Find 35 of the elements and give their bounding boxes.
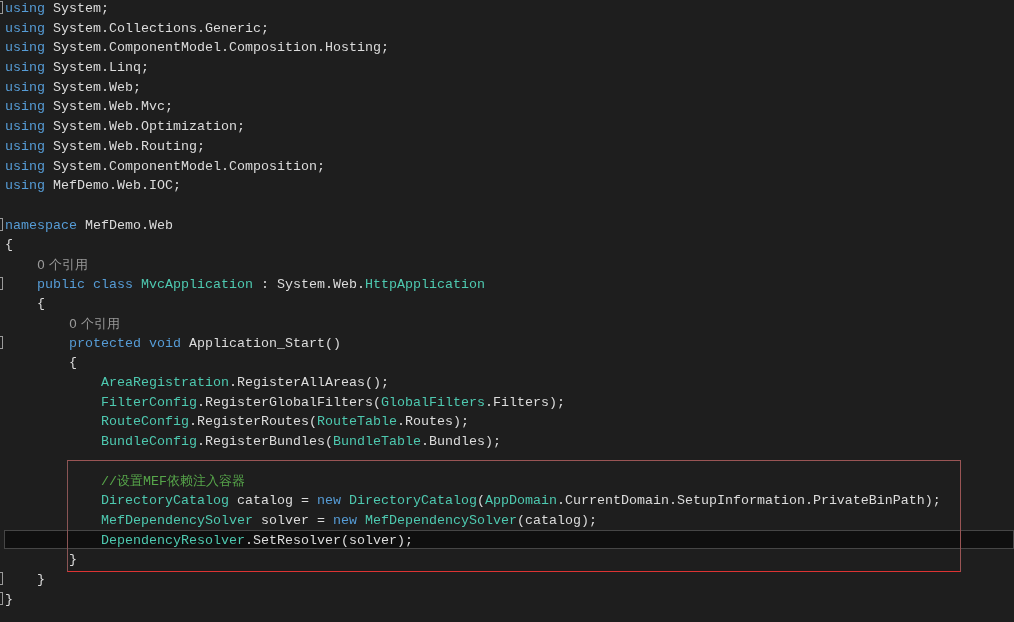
code-line: using System.ComponentModel.Composition; xyxy=(5,157,325,175)
code-line: RouteConfig.RegisterRoutes(RouteTable.Routes); xyxy=(101,413,469,431)
code-line: DependencyResolver.SetResolver(solver); xyxy=(101,531,413,549)
code-line: using System.Collections.Generic; xyxy=(5,19,269,37)
fold-marker-icon[interactable] xyxy=(0,276,3,290)
code-line: using MefDemo.Web.IOC; xyxy=(5,177,181,194)
code-line: using System.Web.Routing; xyxy=(5,137,205,155)
reference-count-link[interactable]: 0 个引用 xyxy=(69,314,120,332)
code-line: { xyxy=(37,295,45,312)
code-line: using System; xyxy=(5,0,109,17)
code-line: { xyxy=(5,236,13,253)
code-line: protected void Application_Start() xyxy=(69,334,341,352)
code-line: AreaRegistration.RegisterAllAreas(); xyxy=(101,374,389,391)
fold-marker-icon[interactable] xyxy=(0,335,3,349)
code-line: using System.Web; xyxy=(5,78,141,96)
code-line: } xyxy=(69,551,77,568)
code-line: FilterConfig.RegisterGlobalFilters(GlobalFilters.Filters); xyxy=(101,393,565,411)
fold-marker-icon[interactable] xyxy=(0,591,3,605)
code-line: //设置MEF依赖注入容器 xyxy=(101,472,245,490)
code-line: MefDependencySolver solver = new MefDependencySolver(catalog); xyxy=(101,511,597,529)
code-line: public class MvcApplication : System.Web.HttpApplication xyxy=(37,275,485,293)
code-line: BundleConfig.RegisterBundles(BundleTable.Bundles); xyxy=(101,433,501,450)
code-line: } xyxy=(37,570,45,588)
code-line: using System.ComponentModel.Composition.Hosting; xyxy=(5,39,389,57)
fold-marker-icon[interactable] xyxy=(0,571,3,585)
fold-marker-icon[interactable] xyxy=(0,1,3,14)
code-line: using System.Linq; xyxy=(5,59,149,76)
code-line: namespace MefDemo.Web xyxy=(5,216,173,234)
code-line: using System.Web.Mvc; xyxy=(5,98,173,116)
code-line: { xyxy=(69,354,77,372)
reference-count-link[interactable]: 0 个引用 xyxy=(37,254,88,273)
code-line: DirectoryCatalog catalog = new DirectoryCatalog(AppDomain.CurrentDomain.SetupInformation.PrivateBinPath); xyxy=(101,492,941,509)
fold-marker-icon[interactable] xyxy=(0,217,3,231)
code-line: using System.Web.Optimization; xyxy=(5,118,245,135)
code-line: } xyxy=(5,590,13,608)
